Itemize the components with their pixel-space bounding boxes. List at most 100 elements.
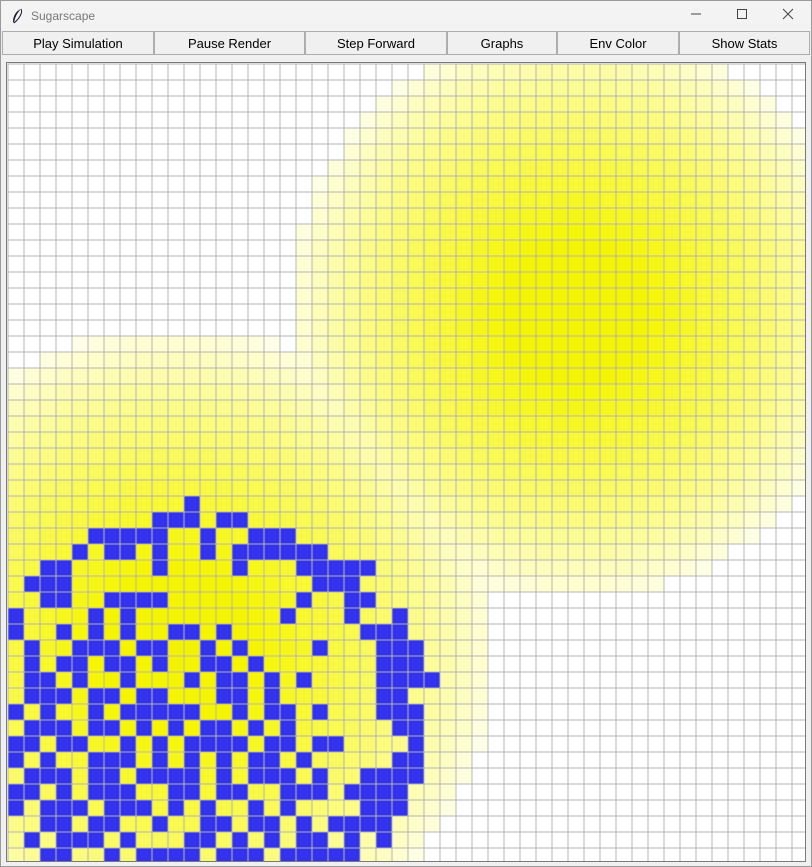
grid-cell[interactable] — [343, 191, 361, 209]
grid-cell[interactable] — [39, 447, 57, 465]
grid-cell[interactable] — [743, 303, 761, 321]
grid-cell[interactable] — [183, 687, 201, 705]
grid-cell[interactable] — [55, 63, 73, 81]
grid-cell[interactable] — [295, 463, 313, 481]
grid-cell[interactable] — [7, 383, 25, 401]
grid-cell[interactable] — [295, 607, 313, 625]
grid-cell[interactable] — [135, 831, 153, 849]
grid-cell[interactable] — [247, 463, 265, 481]
grid-cell[interactable] — [727, 319, 745, 337]
grid-cell[interactable] — [135, 79, 153, 97]
agent-cell[interactable] — [343, 831, 361, 849]
grid-cell[interactable] — [391, 415, 409, 433]
grid-cell[interactable] — [343, 143, 361, 161]
grid-cell[interactable] — [615, 511, 633, 529]
grid-cell[interactable] — [375, 495, 393, 513]
grid-cell[interactable] — [759, 207, 777, 225]
grid-cell[interactable] — [183, 175, 201, 193]
grid-cell[interactable] — [711, 687, 729, 705]
agent-cell[interactable] — [295, 671, 313, 689]
grid-cell[interactable] — [327, 415, 345, 433]
agent-cell[interactable] — [23, 735, 41, 753]
agent-cell[interactable] — [151, 751, 169, 769]
grid-cell[interactable] — [487, 111, 505, 129]
grid-cell[interactable] — [439, 479, 457, 497]
grid-cell[interactable] — [103, 367, 121, 385]
grid-cell[interactable] — [455, 319, 473, 337]
grid-cell[interactable] — [599, 271, 617, 289]
grid-cell[interactable] — [247, 175, 265, 193]
grid-cell[interactable] — [167, 479, 185, 497]
grid-cell[interactable] — [71, 463, 89, 481]
grid-cell[interactable] — [519, 319, 537, 337]
grid-cell[interactable] — [535, 463, 553, 481]
grid-cell[interactable] — [7, 495, 25, 513]
grid-cell[interactable] — [423, 543, 441, 561]
grid-cell[interactable] — [407, 575, 425, 593]
grid-cell[interactable] — [55, 335, 73, 353]
grid-cell[interactable] — [535, 495, 553, 513]
grid-cell[interactable] — [7, 815, 25, 833]
grid-cell[interactable] — [407, 95, 425, 113]
grid-cell[interactable] — [119, 111, 137, 129]
grid-cell[interactable] — [455, 735, 473, 753]
grid-cell[interactable] — [791, 159, 806, 177]
grid-cell[interactable] — [407, 351, 425, 369]
grid-cell[interactable] — [375, 95, 393, 113]
grid-cell[interactable] — [711, 495, 729, 513]
grid-cell[interactable] — [7, 847, 25, 862]
grid-cell[interactable] — [791, 703, 806, 721]
grid-cell[interactable] — [615, 95, 633, 113]
grid-cell[interactable] — [535, 799, 553, 817]
grid-cell[interactable] — [71, 111, 89, 129]
grid-cell[interactable] — [167, 687, 185, 705]
grid-cell[interactable] — [759, 415, 777, 433]
grid-cell[interactable] — [167, 431, 185, 449]
grid-cell[interactable] — [119, 511, 137, 529]
grid-cell[interactable] — [471, 623, 489, 641]
grid-cell[interactable] — [391, 175, 409, 193]
agent-cell[interactable] — [375, 671, 393, 689]
grid-cell[interactable] — [663, 735, 681, 753]
grid-cell[interactable] — [503, 767, 521, 785]
grid-cell[interactable] — [231, 495, 249, 513]
agent-cell[interactable] — [215, 783, 233, 801]
grid-cell[interactable] — [711, 255, 729, 273]
grid-cell[interactable] — [247, 591, 265, 609]
grid-cell[interactable] — [775, 751, 793, 769]
grid-cell[interactable] — [471, 79, 489, 97]
grid-cell[interactable] — [727, 719, 745, 737]
grid-cell[interactable] — [423, 687, 441, 705]
grid-cell[interactable] — [407, 559, 425, 577]
grid-cell[interactable] — [215, 191, 233, 209]
grid-cell[interactable] — [103, 319, 121, 337]
grid-cell[interactable] — [615, 463, 633, 481]
agent-cell[interactable] — [263, 671, 281, 689]
agent-cell[interactable] — [199, 543, 217, 561]
grid-cell[interactable] — [679, 239, 697, 257]
agent-cell[interactable] — [343, 559, 361, 577]
agent-cell[interactable] — [39, 559, 57, 577]
grid-cell[interactable] — [743, 143, 761, 161]
grid-cell[interactable] — [567, 207, 585, 225]
grid-cell[interactable] — [119, 767, 137, 785]
agent-cell[interactable] — [279, 719, 297, 737]
grid-cell[interactable] — [55, 639, 73, 657]
agent-cell[interactable] — [151, 655, 169, 673]
grid-cell[interactable] — [87, 415, 105, 433]
grid-cell[interactable] — [567, 655, 585, 673]
grid-cell[interactable] — [487, 159, 505, 177]
agent-cell[interactable] — [391, 623, 409, 641]
grid-cell[interactable] — [167, 319, 185, 337]
grid-cell[interactable] — [727, 847, 745, 862]
grid-cell[interactable] — [695, 783, 713, 801]
grid-cell[interactable] — [487, 447, 505, 465]
grid-cell[interactable] — [663, 575, 681, 593]
grid-cell[interactable] — [551, 847, 569, 862]
grid-cell[interactable] — [647, 271, 665, 289]
grid-cell[interactable] — [279, 223, 297, 241]
agent-cell[interactable] — [343, 847, 361, 862]
grid-cell[interactable] — [743, 783, 761, 801]
grid-cell[interactable] — [87, 111, 105, 129]
grid-cell[interactable] — [55, 671, 73, 689]
